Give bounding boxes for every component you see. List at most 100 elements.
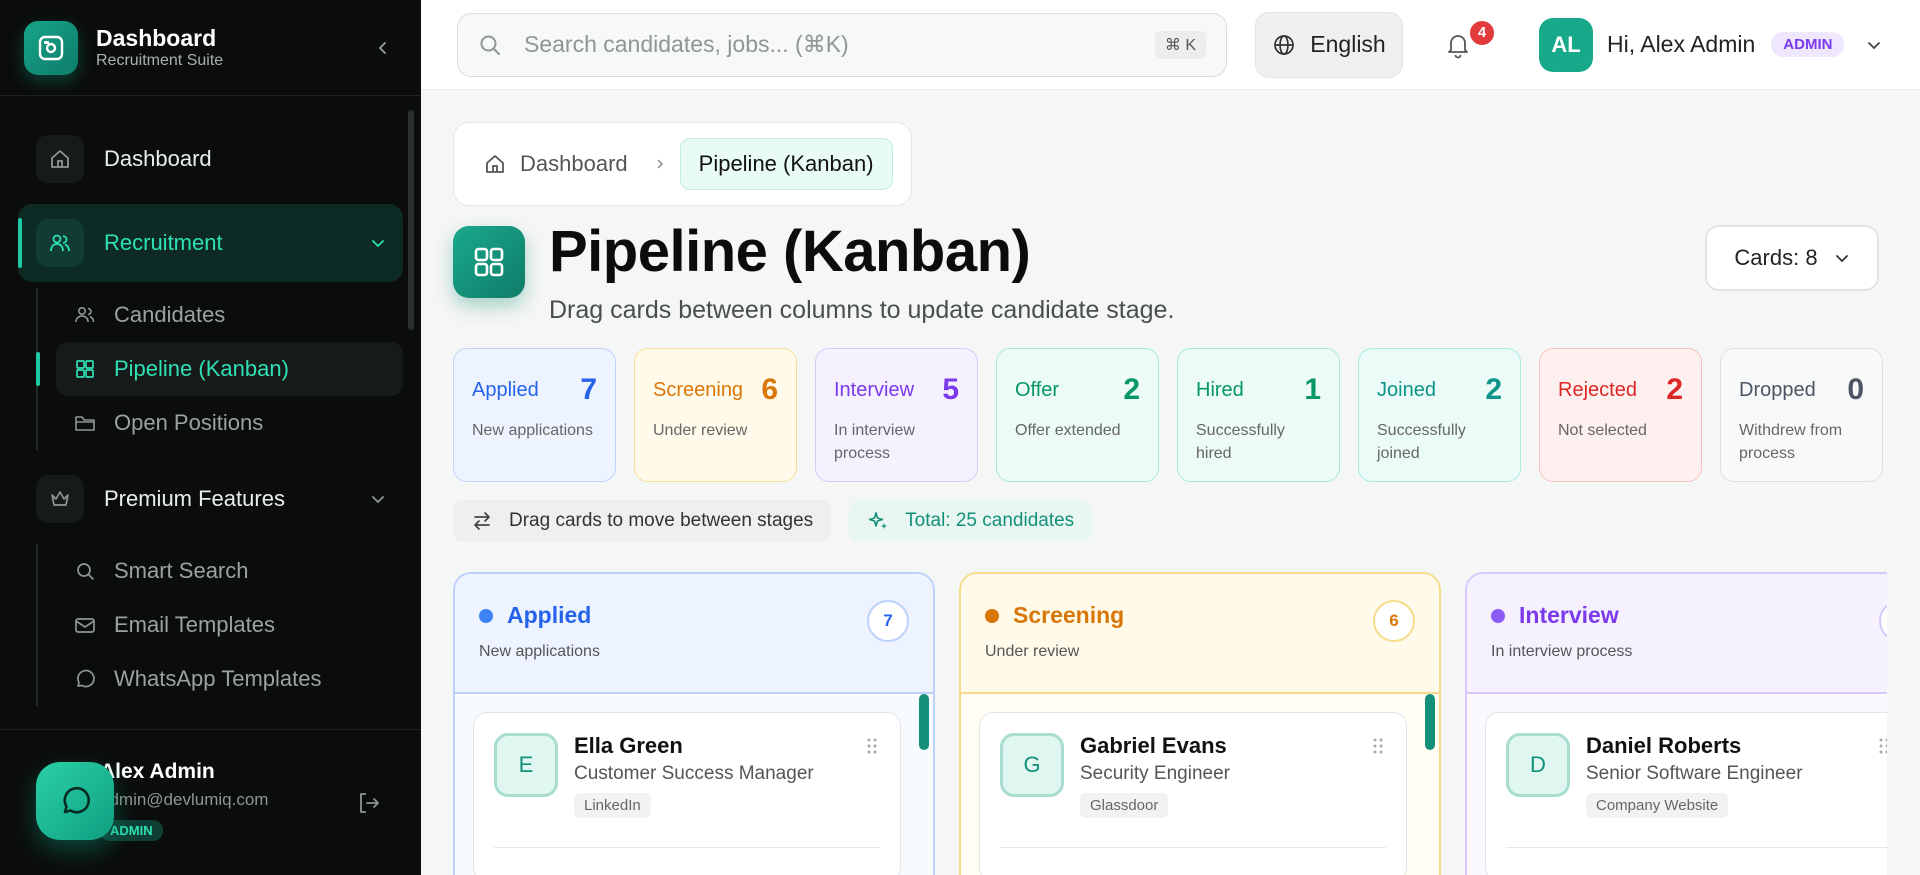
main-content: Dashboard Pipeline (Kanban) Pipeline (Ka… (421, 90, 1920, 875)
stat-label: Offer (1015, 378, 1060, 401)
drag-handle-icon[interactable] (866, 737, 878, 755)
kanban-column-applied[interactable]: Applied New applications 7 E Ella Green … (453, 572, 935, 875)
stage-stats: Applied 7 New applications Screening 6 Und… (453, 348, 1883, 482)
stat-label: Hired (1196, 378, 1244, 401)
sidebar-item-whatsapp-templates[interactable]: WhatsApp Templates (56, 652, 403, 706)
stat-card-dropped[interactable]: Dropped 0 Withdrew from process (1720, 348, 1883, 482)
keyboard-shortcut: ⌘ K (1154, 30, 1206, 59)
sidebar-item-candidates[interactable]: Candidates (56, 288, 403, 342)
stat-label: Dropped (1739, 378, 1816, 401)
column-scrollbar[interactable] (1425, 694, 1435, 750)
sidebar-item-label: Open Positions (114, 410, 264, 435)
search-icon (77, 563, 94, 580)
candidate-name: Gabriel Evans (1080, 733, 1227, 758)
folder-icon (75, 416, 95, 431)
notifications-button[interactable]: 4 (1433, 17, 1497, 70)
language-label: English (1310, 31, 1386, 57)
brand-title: Dashboard (96, 24, 217, 51)
sidebar-item-label: Smart Search (114, 558, 249, 583)
stat-count: 2 (1485, 373, 1502, 406)
stat-description: Withdrew from process (1739, 422, 1843, 462)
column-subtitle: New applications (479, 643, 600, 660)
column-header: Screening Under review 6 (961, 574, 1439, 694)
candidate-card[interactable]: G Gabriel Evans Security Engineer Glassd… (979, 712, 1407, 875)
column-subtitle: In interview process (1491, 643, 1633, 660)
column-count-badge: 7 (867, 600, 909, 642)
brand-subtitle: Recruitment Suite (96, 51, 224, 69)
user-menu[interactable]: AL Hi, Alex Admin ADMIN (1539, 17, 1882, 72)
status-dot (1491, 608, 1505, 623)
chevron-down-icon (372, 240, 384, 248)
crown-icon (36, 475, 84, 523)
language-selector[interactable]: English (1255, 11, 1403, 78)
card-divider (494, 847, 880, 848)
stat-card-hired[interactable]: Hired 1 Successfully hired (1177, 348, 1340, 482)
stat-count: 6 (761, 373, 778, 406)
stat-description: Successfully hired (1196, 422, 1285, 462)
column-count-badge: 6 (1373, 600, 1415, 642)
sidebar-item-pipeline[interactable]: Pipeline (Kanban) (36, 342, 403, 396)
sidebar-item-premium-features[interactable]: Premium Features (18, 460, 403, 538)
stat-description: In interview process (834, 422, 915, 462)
stat-count: 7 (580, 373, 597, 406)
top-header: Search candidates, jobs... (⌘K) ⌘ K Engl… (421, 0, 1920, 90)
sidebar-item-label: WhatsApp Templates (114, 666, 322, 691)
stat-count: 2 (1123, 373, 1140, 406)
stat-card-offer[interactable]: Offer 2 Offer extended (996, 348, 1159, 482)
column-scrollbar[interactable] (919, 694, 929, 750)
cards-select-label: Cards: 8 (1734, 245, 1818, 270)
drag-hint: Drag cards to move between stages (453, 500, 832, 542)
collapse-sidebar-button[interactable] (369, 34, 397, 62)
stat-card-applied[interactable]: Applied 7 New applications (453, 348, 616, 482)
column-title: Screening (1013, 602, 1125, 628)
stat-card-rejected[interactable]: Rejected 2 Not selected (1539, 348, 1702, 482)
logout-button[interactable] (356, 790, 382, 816)
cards-per-column-select[interactable]: Cards: 8 (1705, 225, 1879, 291)
kanban-column-interview[interactable]: Interview In interview process 5 D Danie… (1465, 572, 1887, 875)
sidebar-item-recruitment[interactable]: Recruitment (18, 204, 403, 282)
sidebar-nav: Dashboard Recruitment Candidates Pipelin… (0, 96, 421, 706)
user-name: Alex Admin (100, 760, 215, 783)
page-title: Pipeline (Kanban) (549, 219, 1031, 284)
sidebar-item-label: Candidates (114, 302, 226, 327)
sidebar-item-dashboard[interactable]: Dashboard (18, 120, 403, 198)
stat-label: Applied (472, 378, 539, 401)
role-badge: ADMIN (1771, 32, 1845, 57)
sidebar-item-smart-search[interactable]: Smart Search (56, 544, 403, 598)
candidate-card[interactable]: D Daniel Roberts Senior Software Enginee… (1485, 712, 1887, 875)
premium-subnav: Smart Search Email Templates WhatsApp Te… (36, 544, 403, 706)
search-input[interactable]: Search candidates, jobs... (⌘K) ⌘ K (457, 12, 1227, 77)
kanban-board: Applied New applications 7 E Ella Green … (453, 572, 1887, 875)
chat-button[interactable] (36, 762, 114, 840)
kanban-column-screening[interactable]: Screening Under review 6 G Gabriel Evans… (959, 572, 1441, 875)
sidebar-item-open-positions[interactable]: Open Positions (56, 396, 403, 450)
breadcrumb: Dashboard Pipeline (Kanban) (453, 122, 912, 206)
hint-row: Drag cards to move between stages Total:… (453, 500, 1093, 542)
column-body: D Daniel Roberts Senior Software Enginee… (1467, 694, 1887, 875)
drag-handle-icon[interactable] (1878, 737, 1887, 755)
stat-card-joined[interactable]: Joined 2 Successfully joined (1358, 348, 1521, 482)
globe-icon (1274, 34, 1295, 55)
breadcrumb-home-label: Dashboard (520, 151, 628, 176)
sidebar-scrollbar[interactable] (408, 110, 414, 330)
stat-description: Successfully joined (1377, 422, 1466, 462)
message-circle-icon (63, 786, 91, 814)
stat-card-screening[interactable]: Screening 6 Under review (634, 348, 797, 482)
sidebar-item-email-templates[interactable]: Email Templates (56, 598, 403, 652)
stat-card-interview[interactable]: Interview 5 In interview process (815, 348, 978, 482)
drag-handle-icon[interactable] (1372, 737, 1384, 755)
message-circle-icon (77, 669, 95, 688)
brand-logo-icon (24, 20, 78, 75)
breadcrumb-home-link[interactable]: Dashboard (472, 151, 640, 177)
kanban-grid-icon (453, 226, 525, 298)
status-dot (479, 608, 493, 623)
column-title: Interview (1519, 602, 1619, 628)
brand-header: Dashboard Recruitment Suite (0, 0, 421, 96)
grid-icon (76, 360, 94, 378)
sidebar-item-label: Pipeline (Kanban) (114, 356, 289, 381)
column-body: E Ella Green Customer Success Manager Li… (455, 694, 933, 875)
home-icon (36, 135, 84, 183)
column-title: Applied (507, 602, 592, 628)
drag-hint-text: Drag cards to move between stages (509, 510, 814, 531)
candidate-card[interactable]: E Ella Green Customer Success Manager Li… (473, 712, 901, 875)
